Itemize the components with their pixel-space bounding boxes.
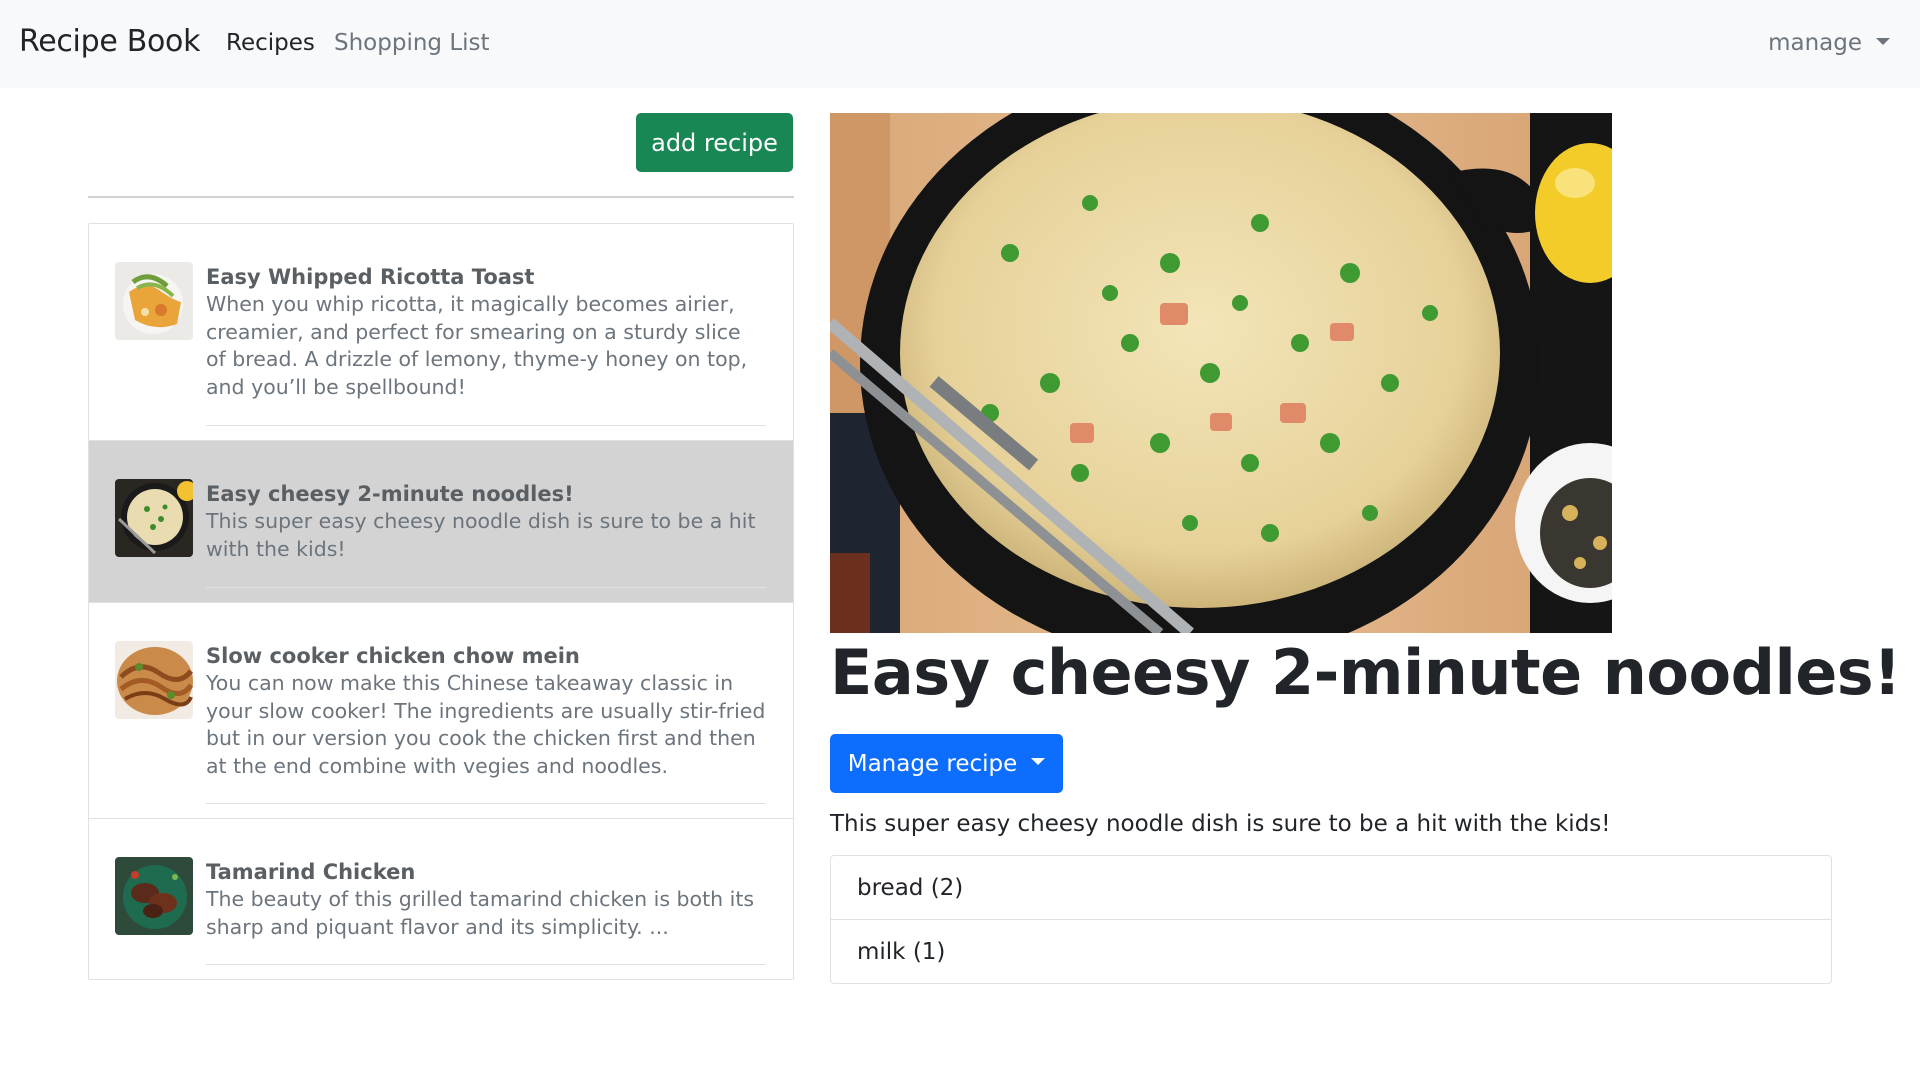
recipe-thumbnail	[115, 641, 193, 719]
chevron-down-icon	[1031, 758, 1046, 765]
recipe-thumbnail	[115, 262, 193, 340]
manage-dropdown-toggle[interactable]: manage	[1768, 30, 1890, 56]
brand-link[interactable]: Recipe Book	[19, 24, 200, 59]
ingredient-item[interactable]: bread (2)	[830, 855, 1832, 920]
recipe-title: Easy cheesy 2-minute noodles!	[206, 482, 574, 506]
ingredient-list: bread (2) milk (1)	[830, 855, 1832, 984]
recipe-detail-title: Easy cheesy 2-minute noodles!	[830, 636, 1901, 709]
recipe-list: Easy Whipped Ricotta Toast When you whip…	[88, 223, 794, 980]
nav-link-shopping-list[interactable]: Shopping List	[334, 30, 490, 56]
recipe-hero-image	[830, 113, 1612, 633]
manage-dropdown-label: manage	[1768, 30, 1862, 56]
item-divider	[206, 803, 766, 804]
recipe-list-item[interactable]: Tamarind Chicken The beauty of this gril…	[89, 819, 793, 980]
recipe-thumbnail	[115, 479, 193, 557]
manage-recipe-label: Manage recipe	[847, 750, 1018, 777]
ingredient-item[interactable]: milk (1)	[830, 920, 1832, 984]
add-recipe-button[interactable]: add recipe	[636, 113, 793, 172]
manage-recipe-dropdown-button[interactable]: Manage recipe	[830, 734, 1063, 793]
item-divider	[206, 425, 766, 426]
chevron-down-icon	[1876, 37, 1890, 45]
recipe-title: Easy Whipped Ricotta Toast	[206, 265, 535, 289]
recipe-title: Slow cooker chicken chow mein	[206, 644, 580, 668]
recipe-description: The beauty of this grilled tamarind chic…	[206, 887, 755, 939]
recipe-description: When you whip ricotta, it magically beco…	[206, 292, 748, 399]
recipe-thumbnail	[115, 857, 193, 935]
recipe-list-item[interactable]: Easy cheesy 2-minute noodles! This super…	[89, 441, 793, 603]
nav-link-recipes[interactable]: Recipes	[226, 30, 315, 56]
recipe-detail-description: This super easy cheesy noodle dish is su…	[830, 811, 1611, 837]
recipe-description: You can now make this Chinese takeaway c…	[206, 671, 766, 778]
recipe-title: Tamarind Chicken	[206, 860, 416, 884]
item-divider	[206, 587, 766, 588]
recipe-list-item[interactable]: Slow cooker chicken chow mein You can no…	[89, 603, 793, 819]
top-navbar: Recipe Book Recipes Shopping List manage	[0, 0, 1920, 88]
divider	[88, 196, 794, 198]
recipe-description: This super easy cheesy noodle dish is su…	[206, 509, 756, 561]
recipe-list-item[interactable]: Easy Whipped Ricotta Toast When you whip…	[89, 224, 793, 441]
item-divider	[206, 964, 766, 965]
